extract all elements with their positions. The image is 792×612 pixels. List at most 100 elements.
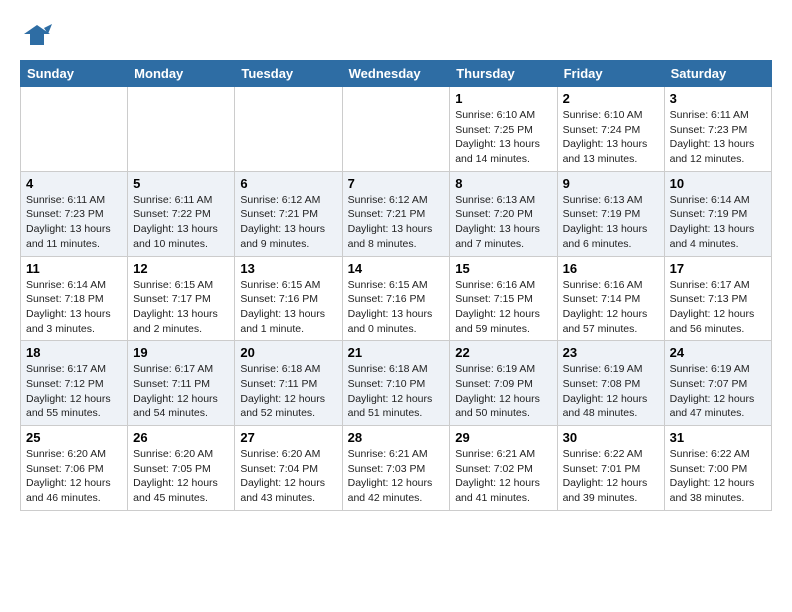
day-number: 8 <box>455 176 551 191</box>
day-number: 24 <box>670 345 766 360</box>
day-number: 19 <box>133 345 229 360</box>
day-number: 22 <box>455 345 551 360</box>
day-number: 1 <box>455 91 551 106</box>
weekday-header-wednesday: Wednesday <box>342 61 450 87</box>
day-info: Sunrise: 6:17 AM Sunset: 7:12 PM Dayligh… <box>26 362 122 421</box>
day-number: 28 <box>348 430 445 445</box>
calendar-cell: 2 Sunrise: 6:10 AM Sunset: 7:24 PM Daylig… <box>557 87 664 172</box>
calendar-cell: 31 Sunrise: 6:22 AM Sunset: 7:00 PM Dayli… <box>664 426 771 511</box>
day-info: Sunrise: 6:10 AM Sunset: 7:25 PM Dayligh… <box>455 108 551 167</box>
day-info: Sunrise: 6:20 AM Sunset: 7:06 PM Dayligh… <box>26 447 122 506</box>
day-info: Sunrise: 6:11 AM Sunset: 7:22 PM Dayligh… <box>133 193 229 252</box>
day-info: Sunrise: 6:13 AM Sunset: 7:20 PM Dayligh… <box>455 193 551 252</box>
day-number: 30 <box>563 430 659 445</box>
logo <box>20 20 54 50</box>
calendar-week-row: 25 Sunrise: 6:20 AM Sunset: 7:06 PM Dayli… <box>21 426 772 511</box>
day-number: 17 <box>670 261 766 276</box>
day-number: 20 <box>240 345 336 360</box>
weekday-header-row: SundayMondayTuesdayWednesdayThursdayFrid… <box>21 61 772 87</box>
day-number: 27 <box>240 430 336 445</box>
day-info: Sunrise: 6:20 AM Sunset: 7:05 PM Dayligh… <box>133 447 229 506</box>
calendar-cell: 26 Sunrise: 6:20 AM Sunset: 7:05 PM Dayli… <box>128 426 235 511</box>
calendar-cell: 13Sunrise: 6:15 AM Sunset: 7:16 PM Dayli… <box>235 256 342 341</box>
day-number: 16 <box>563 261 659 276</box>
day-info: Sunrise: 6:21 AM Sunset: 7:02 PM Dayligh… <box>455 447 551 506</box>
day-info: Sunrise: 6:19 AM Sunset: 7:08 PM Dayligh… <box>563 362 659 421</box>
calendar-cell: 29 Sunrise: 6:21 AM Sunset: 7:02 PM Dayli… <box>450 426 557 511</box>
calendar-cell <box>21 87 128 172</box>
day-number: 18 <box>26 345 122 360</box>
day-info: Sunrise: 6:22 AM Sunset: 7:01 PM Dayligh… <box>563 447 659 506</box>
day-number: 2 <box>563 91 659 106</box>
logo-text <box>20 20 54 50</box>
calendar-cell: 18 Sunrise: 6:17 AM Sunset: 7:12 PM Dayli… <box>21 341 128 426</box>
calendar-cell: 28 Sunrise: 6:21 AM Sunset: 7:03 PM Dayli… <box>342 426 450 511</box>
page-header <box>20 20 772 50</box>
day-info: Sunrise: 6:16 AM Sunset: 7:14 PM Dayligh… <box>563 278 659 337</box>
calendar-week-row: 4 Sunrise: 6:11 AM Sunset: 7:23 PM Daylig… <box>21 171 772 256</box>
day-number: 11 <box>26 261 122 276</box>
weekday-header-friday: Friday <box>557 61 664 87</box>
calendar-week-row: 1 Sunrise: 6:10 AM Sunset: 7:25 PM Daylig… <box>21 87 772 172</box>
calendar-cell: 9 Sunrise: 6:13 AM Sunset: 7:19 PM Daylig… <box>557 171 664 256</box>
day-info: Sunrise: 6:17 AM Sunset: 7:13 PM Dayligh… <box>670 278 766 337</box>
calendar-cell: 17 Sunrise: 6:17 AM Sunset: 7:13 PM Dayli… <box>664 256 771 341</box>
day-info: Sunrise: 6:19 AM Sunset: 7:09 PM Dayligh… <box>455 362 551 421</box>
day-number: 9 <box>563 176 659 191</box>
calendar-cell: 24Sunrise: 6:19 AM Sunset: 7:07 PM Dayli… <box>664 341 771 426</box>
calendar-cell <box>235 87 342 172</box>
calendar-cell: 16 Sunrise: 6:16 AM Sunset: 7:14 PM Dayli… <box>557 256 664 341</box>
calendar-cell: 3 Sunrise: 6:11 AM Sunset: 7:23 PM Daylig… <box>664 87 771 172</box>
calendar-cell: 10Sunrise: 6:14 AM Sunset: 7:19 PM Dayli… <box>664 171 771 256</box>
day-number: 25 <box>26 430 122 445</box>
day-info: Sunrise: 6:16 AM Sunset: 7:15 PM Dayligh… <box>455 278 551 337</box>
weekday-header-monday: Monday <box>128 61 235 87</box>
calendar-cell: 14 Sunrise: 6:15 AM Sunset: 7:16 PM Dayli… <box>342 256 450 341</box>
calendar-cell: 25 Sunrise: 6:20 AM Sunset: 7:06 PM Dayli… <box>21 426 128 511</box>
calendar-cell: 15Sunrise: 6:16 AM Sunset: 7:15 PM Dayli… <box>450 256 557 341</box>
day-number: 29 <box>455 430 551 445</box>
calendar-cell: 27 Sunrise: 6:20 AM Sunset: 7:04 PM Dayli… <box>235 426 342 511</box>
day-info: Sunrise: 6:15 AM Sunset: 7:17 PM Dayligh… <box>133 278 229 337</box>
day-info: Sunrise: 6:13 AM Sunset: 7:19 PM Dayligh… <box>563 193 659 252</box>
calendar-cell: 5 Sunrise: 6:11 AM Sunset: 7:22 PM Daylig… <box>128 171 235 256</box>
day-number: 26 <box>133 430 229 445</box>
day-info: Sunrise: 6:15 AM Sunset: 7:16 PM Dayligh… <box>348 278 445 337</box>
day-info: Sunrise: 6:14 AM Sunset: 7:18 PM Dayligh… <box>26 278 122 337</box>
day-number: 14 <box>348 261 445 276</box>
calendar-cell <box>342 87 450 172</box>
day-info: Sunrise: 6:12 AM Sunset: 7:21 PM Dayligh… <box>240 193 336 252</box>
calendar-cell: 6 Sunrise: 6:12 AM Sunset: 7:21 PM Daylig… <box>235 171 342 256</box>
calendar-cell: 12Sunrise: 6:15 AM Sunset: 7:17 PM Dayli… <box>128 256 235 341</box>
day-number: 5 <box>133 176 229 191</box>
day-number: 21 <box>348 345 445 360</box>
day-info: Sunrise: 6:11 AM Sunset: 7:23 PM Dayligh… <box>26 193 122 252</box>
calendar-cell: 7 Sunrise: 6:12 AM Sunset: 7:21 PM Daylig… <box>342 171 450 256</box>
day-info: Sunrise: 6:11 AM Sunset: 7:23 PM Dayligh… <box>670 108 766 167</box>
calendar-cell: 21 Sunrise: 6:18 AM Sunset: 7:10 PM Dayli… <box>342 341 450 426</box>
calendar-cell: 20 Sunrise: 6:18 AM Sunset: 7:11 PM Dayli… <box>235 341 342 426</box>
calendar-week-row: 11 Sunrise: 6:14 AM Sunset: 7:18 PM Dayli… <box>21 256 772 341</box>
day-number: 7 <box>348 176 445 191</box>
day-info: Sunrise: 6:22 AM Sunset: 7:00 PM Dayligh… <box>670 447 766 506</box>
day-info: Sunrise: 6:12 AM Sunset: 7:21 PM Dayligh… <box>348 193 445 252</box>
day-number: 31 <box>670 430 766 445</box>
weekday-header-sunday: Sunday <box>21 61 128 87</box>
day-number: 4 <box>26 176 122 191</box>
calendar-week-row: 18 Sunrise: 6:17 AM Sunset: 7:12 PM Dayli… <box>21 341 772 426</box>
weekday-header-tuesday: Tuesday <box>235 61 342 87</box>
day-info: Sunrise: 6:15 AM Sunset: 7:16 PM Dayligh… <box>240 278 336 337</box>
day-info: Sunrise: 6:21 AM Sunset: 7:03 PM Dayligh… <box>348 447 445 506</box>
day-info: Sunrise: 6:17 AM Sunset: 7:11 PM Dayligh… <box>133 362 229 421</box>
calendar-cell: 8 Sunrise: 6:13 AM Sunset: 7:20 PM Daylig… <box>450 171 557 256</box>
calendar-table: SundayMondayTuesdayWednesdayThursdayFrid… <box>20 60 772 511</box>
day-number: 6 <box>240 176 336 191</box>
day-info: Sunrise: 6:18 AM Sunset: 7:10 PM Dayligh… <box>348 362 445 421</box>
day-number: 10 <box>670 176 766 191</box>
weekday-header-saturday: Saturday <box>664 61 771 87</box>
day-info: Sunrise: 6:10 AM Sunset: 7:24 PM Dayligh… <box>563 108 659 167</box>
day-number: 3 <box>670 91 766 106</box>
calendar-cell <box>128 87 235 172</box>
day-info: Sunrise: 6:18 AM Sunset: 7:11 PM Dayligh… <box>240 362 336 421</box>
day-info: Sunrise: 6:20 AM Sunset: 7:04 PM Dayligh… <box>240 447 336 506</box>
